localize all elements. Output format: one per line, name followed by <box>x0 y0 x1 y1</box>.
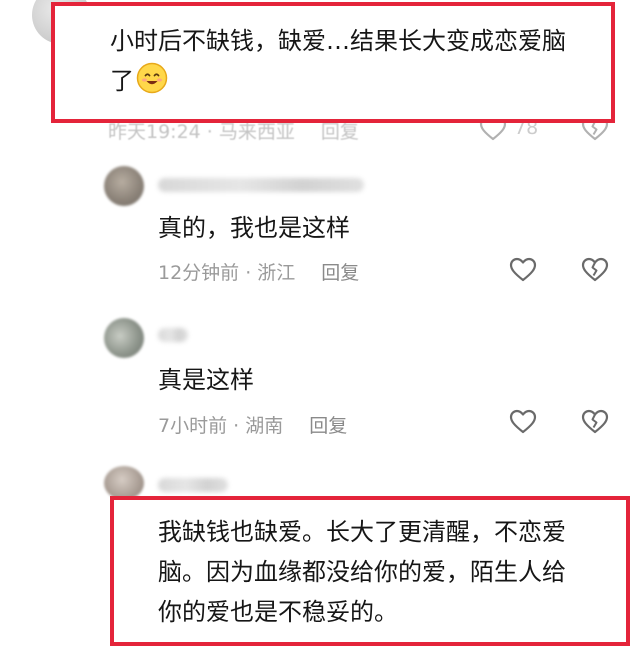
comment-text-line: 小时后不缺钱，缺爱…结果长大变成恋爱脑 <box>110 27 566 55</box>
comment-text-line-2: 脑。因为血缘都没给你的爱，陌生人给 <box>158 558 566 586</box>
comment-text-segment: 了 <box>110 67 134 95</box>
username-blurred <box>158 478 228 492</box>
dislike-button[interactable] <box>580 407 610 437</box>
comment-text: 真是这样 <box>158 366 254 394</box>
heart-outline-icon <box>509 409 537 434</box>
username-blurred <box>158 328 188 342</box>
comment-time: 7小时前 · 湖南 <box>158 415 284 437</box>
reply-button[interactable]: 回复 <box>321 262 359 284</box>
comment-time: 12分钟前 · 浙江 <box>158 262 296 284</box>
comment-text-line: 我缺钱也缺爱。长大了更清醒，不恋爱 <box>158 518 566 546</box>
comment-text: 我缺钱也缺爱。长大了更清醒，不恋爱 脑。因为血缘都没给你的爱，陌生人给 你的爱也… <box>158 512 566 632</box>
reply-button[interactable]: 回复 <box>309 415 347 437</box>
comment-time: 昨天19:24 · 马来西亚 <box>108 121 295 143</box>
broken-heart-icon <box>581 409 609 434</box>
comment-meta: 7小时前 · 湖南 回复 <box>158 411 347 438</box>
comment-text: 真的，我也是这样 <box>158 214 350 242</box>
heart-outline-icon <box>509 257 537 282</box>
smile-emoji-icon <box>136 62 168 94</box>
comment-text-line-3: 你的爱也是不稳妥的。 <box>158 598 398 626</box>
reply-button[interactable]: 回复 <box>321 121 359 143</box>
like-button[interactable] <box>508 407 538 437</box>
dislike-button[interactable] <box>580 255 610 285</box>
username-blurred <box>158 178 364 192</box>
avatar[interactable] <box>104 166 144 206</box>
comment-text: 小时后不缺钱，缺爱…结果长大变成恋爱脑 了 <box>110 21 566 101</box>
like-button[interactable] <box>508 255 538 285</box>
comment-meta: 12分钟前 · 浙江 回复 <box>158 258 359 285</box>
comment-text-line-2: 了 <box>110 61 566 101</box>
avatar[interactable] <box>104 466 144 500</box>
broken-heart-icon <box>581 257 609 282</box>
avatar[interactable] <box>104 318 144 358</box>
